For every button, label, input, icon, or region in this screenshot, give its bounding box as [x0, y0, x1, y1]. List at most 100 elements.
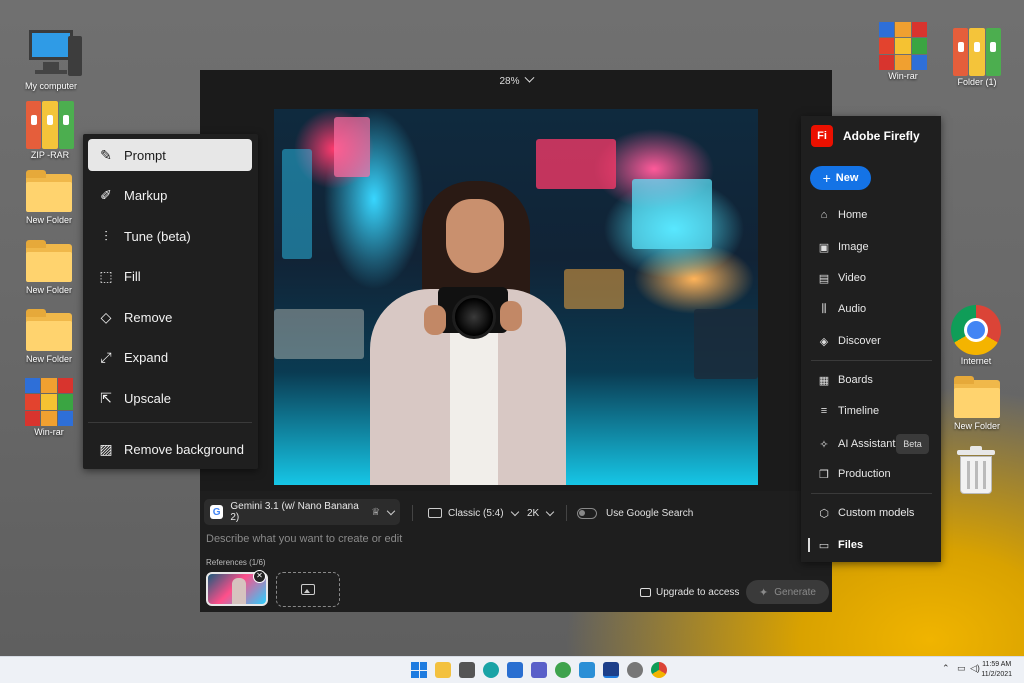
nav-item-timeline[interactable]: ≡ Timeline [817, 403, 879, 419]
nav-item-production[interactable]: ❐ Production [817, 466, 891, 482]
clock-date: 11/2/2021 [981, 671, 1012, 678]
desktop-icon-folder-1[interactable]: Folder (1) [939, 28, 1015, 87]
tool-remove[interactable]: ◇ Remove [88, 301, 252, 333]
recycle-bin-icon[interactable] [957, 446, 995, 494]
folder-icon [26, 309, 72, 353]
model-name: Gemini 3.1 (w/ Nano Banana 2) [230, 501, 359, 523]
nav-item-files[interactable]: ▭ Files [817, 537, 863, 553]
image-icon: ▣ [818, 241, 830, 254]
google-search-toggle[interactable]: Use Google Search [577, 505, 693, 521]
camera-icon[interactable] [459, 662, 475, 678]
nav-item-home[interactable]: ⌂ Home [817, 207, 868, 223]
crown-icon: ♕ [371, 506, 381, 518]
store-icon[interactable] [507, 662, 523, 678]
upgrade-link[interactable]: Upgrade to access [640, 587, 739, 598]
chevron-down-icon [545, 507, 555, 516]
settings-gear-icon[interactable] [627, 662, 643, 678]
edge-icon[interactable] [483, 662, 499, 678]
zoom-control[interactable]: 28% [200, 72, 832, 87]
brand-name: Adobe Firefly [843, 129, 920, 143]
discover-icon: ◈ [819, 335, 829, 348]
winrar-icon [25, 378, 73, 426]
prompt-icon: ✎ [100, 146, 112, 163]
desktop-icon-new-folder[interactable]: New Folder [11, 240, 87, 295]
tune-icon: ⫶ [104, 227, 108, 244]
desktop-icon-win-rar[interactable]: Win-rar [865, 22, 941, 81]
app-icon[interactable] [603, 662, 619, 678]
generate-icon: ✦ [759, 586, 769, 599]
nav-item-image[interactable]: ▣ Image [817, 239, 869, 255]
adobe-firefly-logo-icon: Fi [811, 125, 833, 147]
clock-time: 11:59 AM [982, 661, 1012, 668]
brand: Fi Adobe Firefly [811, 125, 920, 147]
desktop-icon-zip-rar[interactable]: ZIP -RAR [12, 101, 88, 160]
nav-item-audio[interactable]: ⫼ Audio [817, 301, 866, 317]
monitor-icon [21, 28, 82, 80]
files-icon: ▭ [818, 539, 830, 552]
windows-start-icon[interactable] [411, 662, 427, 678]
desktop-icon-new-folder[interactable]: New Folder [11, 309, 87, 364]
model-selector[interactable]: G Gemini 3.1 (w/ Nano Banana 2) ♕ [204, 499, 400, 525]
close-icon[interactable]: ✕ [253, 570, 266, 583]
nav-item-video[interactable]: ▤ Video [817, 270, 866, 286]
desktop-icon-new-folder[interactable]: New Folder [11, 170, 87, 225]
desktop-icon-label: New Folder [25, 285, 72, 295]
desktop-icon-label: New Folder [25, 354, 72, 364]
production-icon: ❐ [819, 468, 829, 481]
markup-icon: ✐ [100, 186, 112, 203]
tool-remove-background[interactable]: ▨ Remove background [88, 433, 252, 465]
chevron-down-icon [386, 506, 396, 515]
chevron-up-icon[interactable]: ⌃ [942, 663, 950, 674]
clock[interactable]: 11:59 AM 11/2/2021 [981, 660, 1012, 680]
tool-expand[interactable]: ⤢ Expand [88, 341, 252, 373]
desktop-icon-label: New Folder [25, 215, 72, 225]
resolution-selector[interactable]: 2K [527, 505, 555, 521]
tool-prompt[interactable]: ✎ Prompt [88, 139, 252, 171]
desktop-icon-label: ZIP -RAR [30, 150, 70, 160]
desktop-icon-new-folder[interactable]: New Folder [939, 376, 1015, 431]
aspect-ratio-selector[interactable]: Classic (5:4) [428, 505, 519, 521]
fill-icon: ⬚ [99, 267, 113, 284]
network-icon[interactable]: ▭ [957, 663, 966, 674]
maps-icon[interactable] [555, 662, 571, 678]
firefly-canvas-window: 28% G Gemini 3.1 (w/ Nano Banana 2) ♕ Cl… [200, 70, 832, 612]
desktop-icon-win-rar[interactable]: Win-rar [11, 378, 87, 437]
volume-icon[interactable]: ◁) [970, 663, 980, 674]
winrar-icon [879, 22, 927, 70]
nav-item-discover[interactable]: ◈ Discover [817, 333, 881, 349]
generated-image[interactable] [274, 109, 758, 485]
upscale-icon: ⇱ [100, 389, 112, 406]
generate-button[interactable]: ✦ Generate [746, 580, 829, 604]
aspect-ratio-icon [428, 508, 442, 518]
timeline-icon: ≡ [820, 405, 828, 417]
desktop-icon-my-computer[interactable]: My computer [13, 28, 89, 91]
expand-icon: ⤢ [100, 348, 112, 365]
image-icon [301, 584, 315, 595]
nav-item-boards[interactable]: ▦ Boards [817, 372, 873, 388]
plus-icon: + [822, 170, 831, 186]
desktop-icon-internet[interactable]: Internet [938, 305, 1014, 366]
nav-item-custom-models[interactable]: ⬡ Custom models [817, 505, 914, 521]
chevron-down-icon [524, 72, 534, 83]
edit-tools-panel: ✎ Prompt ✐ Markup ⫶ Tune (beta) ⬚ Fill ◇… [83, 134, 258, 469]
binders-icon [953, 28, 1001, 76]
add-reference-button[interactable] [276, 572, 340, 607]
desktop-icon-label: Internet [960, 356, 992, 366]
chrome-icon [951, 305, 1001, 355]
new-button[interactable]: + New [810, 166, 871, 190]
tool-fill[interactable]: ⬚ Fill [88, 260, 252, 292]
tool-tune[interactable]: ⫶ Tune (beta) [88, 220, 252, 252]
file-explorer-icon[interactable] [435, 662, 451, 678]
desktop-icon-label: My computer [24, 81, 77, 91]
teams-icon[interactable] [531, 662, 547, 678]
nav-item-ai-assistant[interactable]: ✧ AI Assistant [817, 436, 895, 452]
photos-icon[interactable] [579, 662, 595, 678]
tool-upscale[interactable]: ⇱ Upscale [88, 382, 252, 414]
prompt-input[interactable] [206, 533, 626, 545]
chrome-icon[interactable] [651, 662, 667, 678]
tool-markup[interactable]: ✐ Markup [88, 179, 252, 211]
desktop-icon-label: Folder (1) [957, 77, 997, 87]
folder-icon [26, 240, 72, 284]
toggle-switch[interactable] [577, 507, 597, 519]
beta-badge: Beta [896, 434, 929, 454]
